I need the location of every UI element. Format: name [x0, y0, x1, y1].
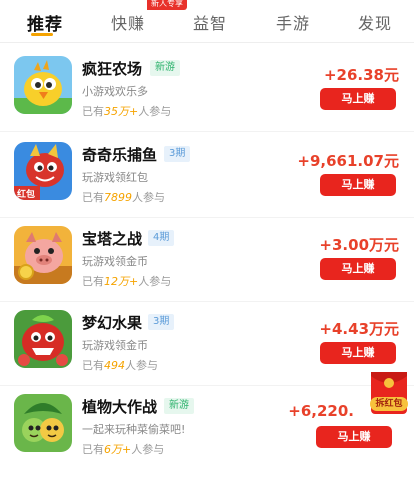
game-subtitle: 一起来玩种菜偷菜吧! — [82, 423, 186, 436]
tab-mobile-games[interactable]: 手游 — [276, 10, 310, 34]
game-subtitle: 玩游戏领金币 — [82, 339, 148, 352]
earn-now-button[interactable]: 马上赚 — [320, 258, 396, 280]
open-envelope-label: 拆红包 — [370, 397, 408, 411]
pig-warrior-icon — [14, 226, 72, 284]
red-envelope-icon[interactable]: 拆红包 — [368, 370, 410, 418]
game-subtitle: 玩游戏领红包 — [82, 171, 148, 184]
tab-quick-earn[interactable]: 快赚 — [111, 10, 145, 34]
plant-icon — [14, 394, 72, 452]
red-packet-label: 红包 — [17, 190, 36, 200]
tab-discover[interactable]: 发现 — [358, 10, 392, 34]
period-tag: 4期 — [148, 230, 175, 246]
participant-count: 已有494人参与 — [82, 359, 158, 372]
game-row-dream-fruit[interactable]: 梦幻水果 3期 玩游戏领金币 已有494人参与 +4.43万元 马上赚 — [0, 298, 414, 386]
game-subtitle: 玩游戏领金币 — [82, 255, 148, 268]
active-tab-indicator — [31, 33, 53, 36]
reward-amount: +26.38元 — [323, 66, 399, 84]
game-row-tower-battle[interactable]: 宝塔之战 4期 玩游戏领金币 已有12万+人参与 +3.00万元 马上赚 — [0, 214, 414, 302]
reward-amount: +4.43万元 — [319, 320, 399, 338]
earn-now-button[interactable]: 马上赚 — [320, 174, 396, 196]
reward-amount: +9,661.07元 — [297, 152, 399, 170]
game-row-crazy-farm[interactable]: 疯狂农场 新游 小游戏欢乐多 已有35万+人参与 +26.38元 马上赚 — [0, 44, 414, 132]
reward-amount: +3.00万元 — [319, 236, 399, 254]
period-tag: 3期 — [164, 146, 191, 162]
participant-count: 已有35万+人参与 — [82, 105, 172, 118]
new-game-tag: 新游 — [150, 60, 180, 76]
participant-count: 已有12万+人参与 — [82, 275, 172, 288]
game-row-fishing[interactable]: 红包 奇奇乐捕鱼 3期 玩游戏领红包 已有7899人参与 +9,661.07元 … — [0, 130, 414, 218]
dragon-icon: 红包 — [14, 142, 72, 200]
game-title: 疯狂农场 — [82, 60, 143, 78]
tab-puzzle[interactable]: 益智 — [193, 10, 227, 34]
period-tag: 3期 — [148, 314, 175, 330]
new-game-tag: 新游 — [164, 398, 194, 414]
chick-icon — [14, 56, 72, 114]
game-title: 奇奇乐捕鱼 — [82, 146, 158, 164]
game-title: 梦幻水果 — [82, 314, 143, 332]
reward-amount: +6,220. — [288, 402, 354, 420]
tab-divider — [0, 42, 414, 43]
tab-bar: 推荐 快赚 新人专享 益智 手游 发现 — [0, 0, 414, 42]
game-title: 宝塔之战 — [82, 230, 143, 248]
new-user-badge: 新人专享 — [147, 0, 187, 10]
participant-count: 已有6万+人参与 — [82, 443, 165, 456]
fruit-monster-icon — [14, 310, 72, 368]
participant-count: 已有7899人参与 — [82, 191, 165, 204]
earn-now-button[interactable]: 马上赚 — [320, 88, 396, 110]
game-title: 植物大作战 — [82, 398, 158, 416]
earn-now-button[interactable]: 马上赚 — [320, 342, 396, 364]
game-row-plant-battle[interactable]: 植物大作战 新游 一起来玩种菜偷菜吧! 已有6万+人参与 +6,220. 马上赚 — [0, 382, 414, 470]
earn-now-button[interactable]: 马上赚 — [316, 426, 392, 448]
tab-recommend[interactable]: 推荐 — [27, 10, 63, 35]
game-subtitle: 小游戏欢乐多 — [82, 85, 148, 98]
